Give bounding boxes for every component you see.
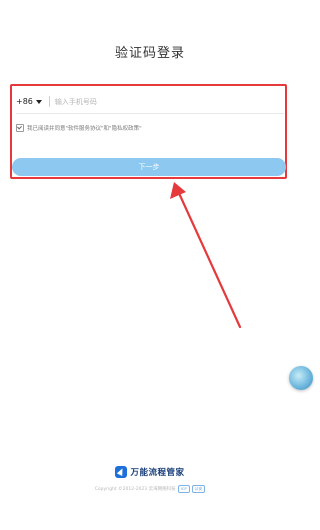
footer-logo-text: 万能流程管家 — [130, 468, 185, 478]
copyright-row: Copyright ©2012-2023 云海网络科技 ICP 公安 — [0, 485, 300, 493]
footer-logo: 万能流程管家 — [0, 466, 300, 478]
agreement-row: 我已阅读并同意"软件服务协议"和"隐私权政策" — [16, 122, 284, 134]
country-code-selector[interactable]: +86 — [16, 97, 42, 106]
phone-input-underline — [16, 113, 284, 114]
page-title: 验证码登录 — [114, 46, 185, 61]
divider — [48, 96, 50, 107]
annotation-arrow-shaft — [176, 189, 242, 329]
app-logo-icon — [115, 466, 128, 478]
phone-row: +86 — [16, 93, 284, 110]
agreement-checkbox[interactable] — [16, 124, 24, 132]
next-button[interactable]: 下一步 — [12, 158, 286, 176]
annotation-arrow — [170, 182, 242, 329]
chevron-down-icon — [35, 99, 42, 104]
agreement-text[interactable]: 我已阅读并同意"软件服务协议"和"隐私权政策" — [27, 124, 142, 132]
annotation-arrow-head — [170, 182, 186, 199]
country-code-label: +86 — [16, 97, 33, 106]
copyright-text: Copyright ©2012-2023 云海网络科技 — [94, 487, 176, 492]
icp-badge[interactable]: ICP — [177, 485, 190, 493]
floating-assistant-icon[interactable] — [289, 366, 313, 390]
police-badge[interactable]: 公安 — [191, 485, 206, 493]
phone-input[interactable] — [54, 94, 275, 109]
